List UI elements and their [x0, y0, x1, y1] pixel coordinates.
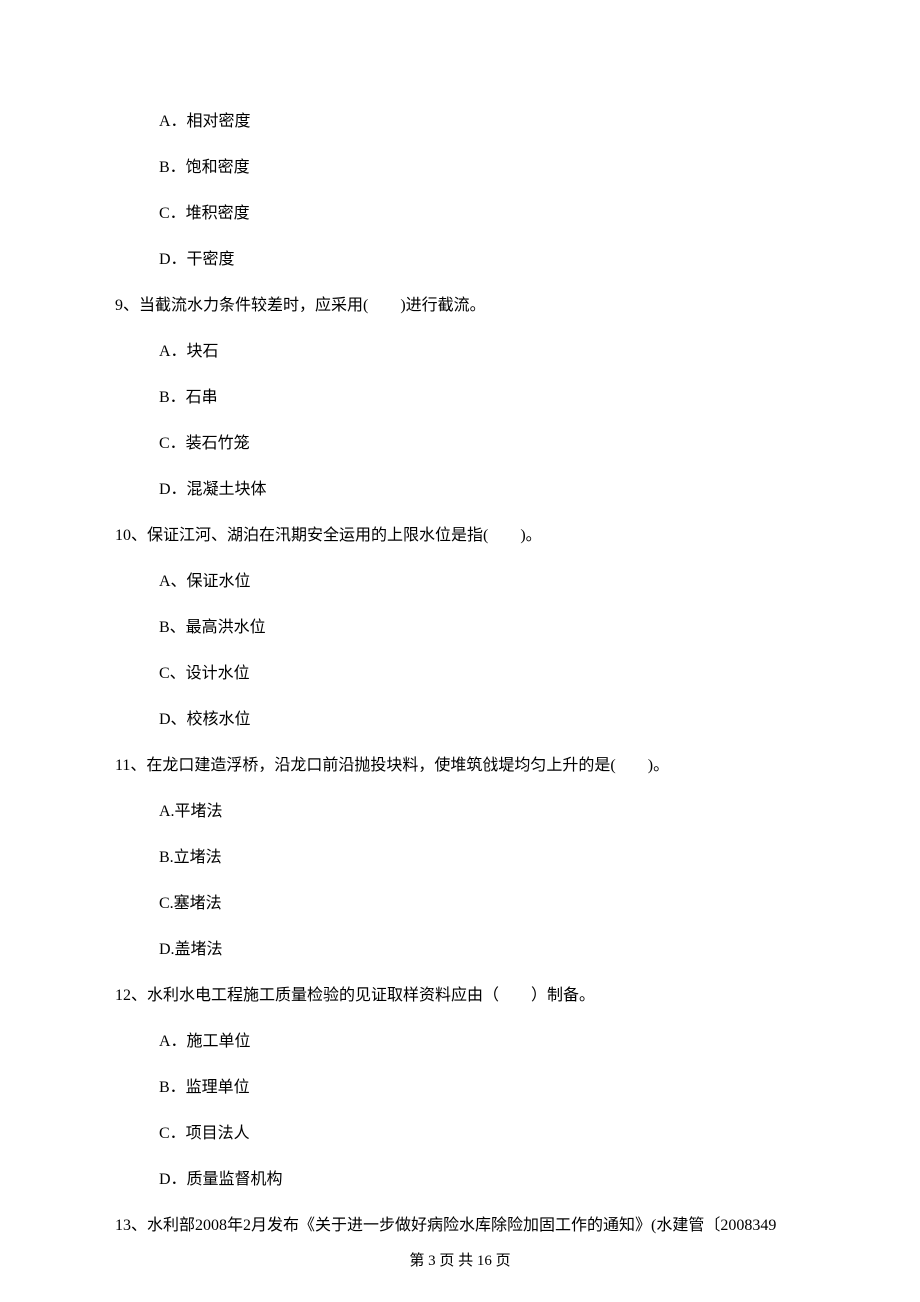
q10-option-c: C、设计水位	[159, 662, 810, 686]
q12-option-c: C．项目法人	[159, 1122, 810, 1146]
q9-option-d: D．混凝土块体	[159, 478, 810, 502]
q12-option-a: A．施工单位	[159, 1030, 810, 1054]
question-11-options: A.平堵法 B.立堵法 C.塞堵法 D.盖堵法	[115, 800, 810, 962]
q9-option-c: C．装石竹笼	[159, 432, 810, 456]
q11-option-a: A.平堵法	[159, 800, 810, 824]
question-12-options: A．施工单位 B．监理单位 C．项目法人 D．质量监督机构	[115, 1030, 810, 1192]
q9-option-b: B．石串	[159, 386, 810, 410]
question-10-stem: 10、保证江河、湖泊在汛期安全运用的上限水位是指( )。	[115, 524, 810, 548]
question-12-stem: 12、水利水电工程施工质量检验的见证取样资料应由（ ）制备。	[115, 984, 810, 1008]
page-content: A．相对密度 B．饱和密度 C．堆积密度 D．干密度 9、当截流水力条件较差时，…	[0, 0, 920, 1238]
q10-option-b: B、最高洪水位	[159, 616, 810, 640]
page-footer: 第 3 页 共 16 页	[0, 1250, 920, 1273]
q9-option-a: A．块石	[159, 340, 810, 364]
q11-option-b: B.立堵法	[159, 846, 810, 870]
q8-option-d: D．干密度	[159, 248, 810, 272]
question-10-options: A、保证水位 B、最高洪水位 C、设计水位 D、校核水位	[115, 570, 810, 732]
question-9-options: A．块石 B．石串 C．装石竹笼 D．混凝土块体	[115, 340, 810, 502]
q11-option-d: D.盖堵法	[159, 938, 810, 962]
q10-option-a: A、保证水位	[159, 570, 810, 594]
q11-option-c: C.塞堵法	[159, 892, 810, 916]
question-8-options: A．相对密度 B．饱和密度 C．堆积密度 D．干密度	[115, 110, 810, 272]
q12-option-d: D．质量监督机构	[159, 1168, 810, 1192]
q8-option-b: B．饱和密度	[159, 156, 810, 180]
q8-option-c: C．堆积密度	[159, 202, 810, 226]
question-13-stem: 13、水利部2008年2月发布《关于进一步做好病险水库除险加固工作的通知》(水建…	[115, 1214, 810, 1238]
question-9-stem: 9、当截流水力条件较差时，应采用( )进行截流。	[115, 294, 810, 318]
question-11-stem: 11、在龙口建造浮桥，沿龙口前沿抛投块料，使堆筑戗堤均匀上升的是( )。	[115, 754, 810, 778]
q12-option-b: B．监理单位	[159, 1076, 810, 1100]
q8-option-a: A．相对密度	[159, 110, 810, 134]
q10-option-d: D、校核水位	[159, 708, 810, 732]
